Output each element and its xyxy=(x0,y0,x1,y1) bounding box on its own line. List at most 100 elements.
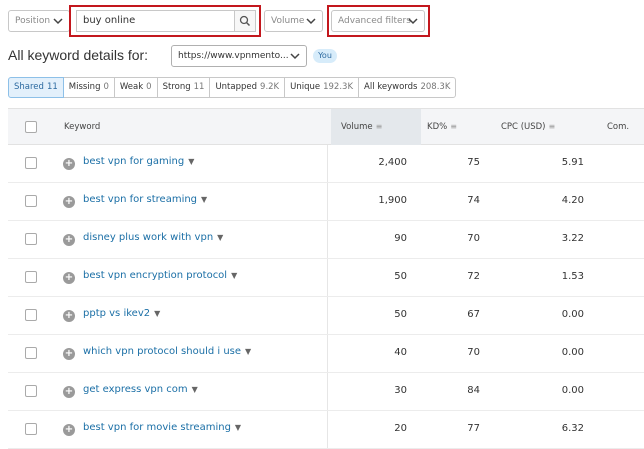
table-row: + which vpn protocol should i use ▼ 40 70… xyxy=(8,335,644,373)
header-cpc-label: CPC (USD) xyxy=(501,122,546,132)
keyword-table: Keyword Volume ≡ KD% ≡ CPC (USD) ≡ Com. + b… xyxy=(8,108,644,449)
table-row: + best vpn encryption protocol ▼ 50 72 1.… xyxy=(8,259,644,297)
plus-icon[interactable]: + xyxy=(63,386,75,398)
keyword-link[interactable]: best vpn encryption protocol ▼ xyxy=(83,270,237,281)
row-checkbox[interactable] xyxy=(25,347,37,359)
tab-label: Untapped xyxy=(215,82,258,92)
table-row: + best vpn for movie streaming ▼ 20 77 6.… xyxy=(8,411,644,449)
keyword-search-input[interactable]: buy online xyxy=(76,10,234,32)
header-keyword[interactable]: Keyword xyxy=(64,109,100,145)
select-all-checkbox[interactable] xyxy=(25,121,37,133)
cpc-cell: 0.00 xyxy=(561,309,584,320)
keyword-text: best vpn for gaming xyxy=(83,156,185,167)
tab-count: 192.3K xyxy=(323,82,354,92)
table-body: + best vpn for gaming ▼ 2,400 75 5.91 + b… xyxy=(8,145,644,449)
volume-cell: 20 xyxy=(394,423,407,434)
caret-down-icon: ▼ xyxy=(217,233,224,242)
keyword-text: best vpn encryption protocol xyxy=(83,270,228,281)
plus-icon[interactable]: + xyxy=(63,310,75,322)
chevron-down-icon xyxy=(53,18,63,25)
position-filter-label: Position xyxy=(15,16,51,26)
filter-bar: Position buy online Volume Advanced filt… xyxy=(0,0,644,44)
keyword-text: get express vpn com xyxy=(83,384,188,395)
keyword-link[interactable]: which vpn protocol should i use ▼ xyxy=(83,346,251,357)
cpc-cell: 4.20 xyxy=(561,195,584,206)
tab-count: 11 xyxy=(193,82,205,92)
tab-label: All keywords xyxy=(364,82,418,92)
row-checkbox[interactable] xyxy=(25,309,37,321)
volume-filter-label: Volume xyxy=(271,16,305,26)
keyword-link[interactable]: best vpn for streaming ▼ xyxy=(83,194,207,205)
plus-icon[interactable]: + xyxy=(63,272,75,284)
kd-cell: 67 xyxy=(467,309,480,320)
keyword-link[interactable]: disney plus work with vpn ▼ xyxy=(83,232,223,243)
kd-cell: 70 xyxy=(467,347,480,358)
table-row: + best vpn for gaming ▼ 2,400 75 5.91 xyxy=(8,145,644,183)
header-com-label: Com. xyxy=(607,122,630,132)
keyword-link[interactable]: pptp vs ikev2 ▼ xyxy=(83,308,160,319)
tab-weak[interactable]: Weak 0 xyxy=(113,77,158,98)
plus-icon[interactable]: + xyxy=(63,158,75,170)
plus-icon[interactable]: + xyxy=(63,424,75,436)
cpc-cell: 0.00 xyxy=(561,385,584,396)
cpc-cell: 0.00 xyxy=(561,347,584,358)
tab-label: Weak xyxy=(119,82,144,92)
header-volume[interactable]: Volume ≡ xyxy=(331,109,421,145)
table-header: Keyword Volume ≡ KD% ≡ CPC (USD) ≡ Com. xyxy=(8,108,644,145)
keyword-text: which vpn protocol should i use xyxy=(83,346,242,357)
header-volume-label: Volume xyxy=(341,122,373,132)
volume-filter[interactable]: Volume xyxy=(264,10,323,32)
row-checkbox[interactable] xyxy=(25,195,37,207)
volume-cell: 30 xyxy=(394,385,407,396)
tab-unique[interactable]: Unique 192.3K xyxy=(284,77,360,98)
header-cpc[interactable]: CPC (USD) ≡ xyxy=(501,109,555,145)
row-checkbox[interactable] xyxy=(25,233,37,245)
cpc-cell: 6.32 xyxy=(561,423,584,434)
tab-missing[interactable]: Missing 0 xyxy=(62,77,115,98)
chevron-down-icon xyxy=(306,18,316,25)
tab-all-keywords[interactable]: All keywords 208.3K xyxy=(358,77,457,98)
header-com[interactable]: Com. xyxy=(607,109,629,145)
kd-cell: 77 xyxy=(467,423,480,434)
header-kd[interactable]: KD% ≡ xyxy=(427,109,457,145)
plus-icon[interactable]: + xyxy=(63,196,75,208)
sort-icon: ≡ xyxy=(450,122,457,131)
domain-select[interactable]: https://www.vpnmento... xyxy=(171,45,307,67)
kd-cell: 74 xyxy=(467,195,480,206)
plus-icon[interactable]: + xyxy=(63,348,75,360)
tab-untapped[interactable]: Untapped 9.2K xyxy=(209,77,286,98)
keyword-text: pptp vs ikev2 xyxy=(83,308,151,319)
kd-cell: 72 xyxy=(467,271,480,282)
keyword-link[interactable]: best vpn for movie streaming ▼ xyxy=(83,422,241,433)
position-filter[interactable]: Position xyxy=(8,10,70,32)
tab-label: Unique xyxy=(290,82,321,92)
row-checkbox[interactable] xyxy=(25,423,37,435)
tab-strong[interactable]: Strong 11 xyxy=(156,77,211,98)
chevron-down-icon xyxy=(289,50,301,62)
kd-cell: 75 xyxy=(467,157,480,168)
tab-count: 0 xyxy=(103,82,109,92)
search-icon xyxy=(239,15,251,27)
volume-cell: 50 xyxy=(394,271,407,282)
volume-cell: 40 xyxy=(394,347,407,358)
plus-icon[interactable]: + xyxy=(63,234,75,246)
keyword-link[interactable]: best vpn for gaming ▼ xyxy=(83,156,194,167)
volume-cell: 2,400 xyxy=(378,157,407,168)
caret-down-icon: ▼ xyxy=(188,157,195,166)
row-checkbox[interactable] xyxy=(25,271,37,283)
tab-count: 0 xyxy=(146,82,152,92)
caret-down-icon: ▼ xyxy=(191,385,198,394)
volume-cell: 1,900 xyxy=(378,195,407,206)
domain-select-value: https://www.vpnmento... xyxy=(178,51,289,61)
chevron-down-icon xyxy=(408,18,418,25)
advanced-filters-button[interactable]: Advanced filters xyxy=(331,10,425,32)
row-checkbox[interactable] xyxy=(25,157,37,169)
tab-shared[interactable]: Shared 11 xyxy=(8,77,64,98)
keyword-link[interactable]: get express vpn com ▼ xyxy=(83,384,198,395)
caret-down-icon: ▼ xyxy=(234,423,242,432)
you-badge: You xyxy=(313,49,337,63)
table-row: + disney plus work with vpn ▼ 90 70 3.22 xyxy=(8,221,644,259)
row-checkbox[interactable] xyxy=(25,385,37,397)
caret-down-icon: ▼ xyxy=(231,271,238,280)
search-button[interactable] xyxy=(234,10,256,32)
